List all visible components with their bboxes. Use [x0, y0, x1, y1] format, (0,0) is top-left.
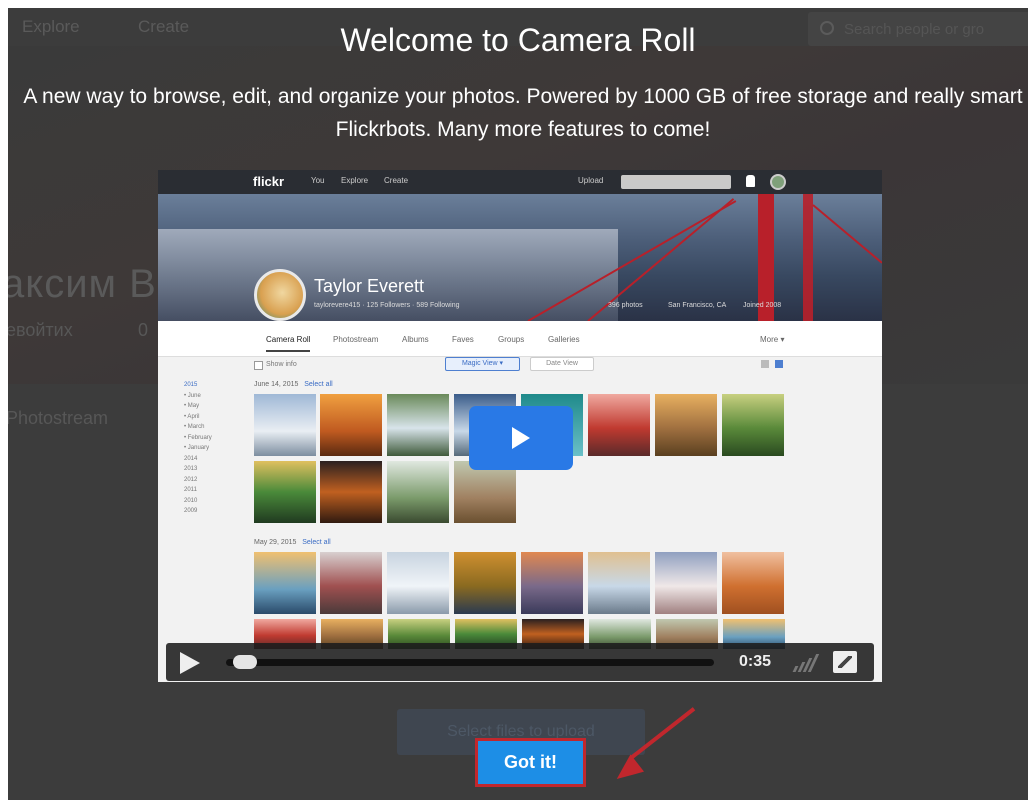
photo-thumbnail: [588, 394, 650, 456]
photo-thumbnail: [454, 461, 516, 523]
year-item: • January: [184, 445, 210, 451]
tab-faves: Faves: [452, 335, 474, 344]
year-item: • February: [184, 434, 212, 441]
volume-icon[interactable]: [792, 652, 820, 672]
video-controls: 0:35: [166, 643, 874, 681]
grid-view-icon: [775, 360, 783, 368]
tab-groups: Groups: [498, 335, 525, 344]
photo-thumbnail: [254, 461, 316, 523]
play-icon[interactable]: [180, 652, 200, 674]
section-date-text: May 29, 2015: [254, 539, 297, 546]
photo-thumbnail: [254, 552, 316, 614]
profile-stat: Joined 2008: [743, 302, 782, 309]
year-item: • May: [184, 403, 200, 409]
flickr-nav-explore: Explore: [341, 176, 369, 185]
modal-description: A new way to browse, edit, and organize …: [23, 85, 1023, 141]
play-video-button[interactable]: [469, 406, 573, 470]
photo-thumbnail: [588, 552, 650, 614]
profile-stat: 396 photos: [608, 302, 643, 309]
flickr-upload: Upload: [578, 176, 604, 185]
photo-thumbnail: [722, 552, 784, 614]
photo-thumbnail: [387, 461, 449, 523]
tab-photostream: Photostream: [333, 335, 379, 344]
year-item: 2014: [184, 455, 198, 462]
photo-thumbnail: [387, 552, 449, 614]
select-all-link: Select all: [302, 539, 331, 546]
photo-thumbnail: [722, 394, 784, 456]
flickr-cover-photo: Taylor Everett taylorevere415 · 125 Foll…: [158, 194, 882, 322]
modal-title: Welcome to Camera Roll: [340, 22, 696, 58]
photo-thumbnail: [254, 394, 316, 456]
tab-albums: Albums: [402, 335, 429, 344]
intro-video[interactable]: flickr You Explore Create Upload Taylor …: [158, 170, 882, 682]
fullscreen-icon[interactable]: [833, 651, 857, 673]
year-item: 2010: [184, 497, 198, 504]
select-all-link: Select all: [304, 381, 333, 388]
bell-icon: [746, 175, 755, 187]
date-view-button: Date View: [530, 357, 594, 371]
section-date: May 29, 2015 Select all: [254, 539, 331, 546]
video-time: 0:35: [739, 653, 772, 670]
profile-stat: San Francisco, CA: [668, 302, 727, 309]
red-arrow-head: [609, 754, 645, 788]
photo-thumbnail: [320, 394, 382, 456]
seek-bar[interactable]: [226, 659, 714, 666]
photo-thumbnail: [655, 394, 717, 456]
section-date: June 14, 2015 Select all: [254, 381, 333, 388]
year-item: 2015: [184, 382, 198, 388]
year-item: • April: [184, 413, 200, 420]
photo-thumbnail: [320, 552, 382, 614]
year-item: • June: [184, 392, 201, 399]
bridge-tower: [803, 194, 813, 321]
background-tab-photostream: Photostream: [8, 408, 109, 428]
flickr-avatar: [770, 174, 786, 190]
background-profile-name: аксим В: [8, 262, 157, 306]
background-profile-sub: евойтих: [8, 320, 73, 340]
bridge-cable: [812, 204, 882, 264]
tab-galleries: Galleries: [548, 335, 580, 344]
tab-more: More ▾: [760, 335, 785, 344]
section-date-text: June 14, 2015: [254, 381, 299, 388]
profile-avatar: [254, 269, 306, 321]
magic-view-button: Magic View ▾: [445, 357, 520, 371]
flickr-subnav: Camera Roll Photostream Albums Faves Gro…: [158, 321, 882, 357]
seek-knob[interactable]: [232, 655, 257, 669]
show-info-checkbox: [254, 361, 263, 370]
year-sidebar: 2015 • June • May • April • March • February •…: [184, 380, 212, 517]
flickr-search: [621, 175, 731, 189]
screen: Explore Create Search people or gro акси…: [8, 8, 1028, 800]
year-item: • March: [184, 424, 205, 430]
got-it-button[interactable]: Got it!: [475, 738, 586, 787]
photo-thumbnail: [521, 552, 583, 614]
year-item: 2009: [184, 508, 198, 514]
flickr-logo: flickr: [253, 174, 285, 189]
profile-name: Taylor Everett: [314, 276, 425, 296]
flickr-toolbar: Show info Magic View ▾ Date View: [158, 357, 882, 377]
show-info-label: Show info: [266, 361, 297, 368]
flickr-topbar: flickr You Explore Create Upload: [158, 170, 882, 194]
flickr-nav-you: You: [311, 176, 325, 185]
profile-meta: taylorevere415 · 125 Followers · 589 Fol…: [314, 302, 460, 309]
year-item: 2012: [184, 476, 198, 483]
photo-thumbnail: [387, 394, 449, 456]
got-it-label: Got it!: [504, 752, 557, 772]
photo-thumbnail: [454, 552, 516, 614]
photo-thumbnail: [655, 552, 717, 614]
list-view-icon: [761, 360, 769, 368]
background-profile-count: 0: [138, 320, 149, 340]
flickr-nav-create: Create: [384, 176, 409, 185]
photo-thumbnail: [320, 461, 382, 523]
year-item: 2013: [184, 466, 198, 472]
year-item: 2011: [184, 487, 197, 493]
tab-camera-roll: Camera Roll: [266, 335, 311, 352]
